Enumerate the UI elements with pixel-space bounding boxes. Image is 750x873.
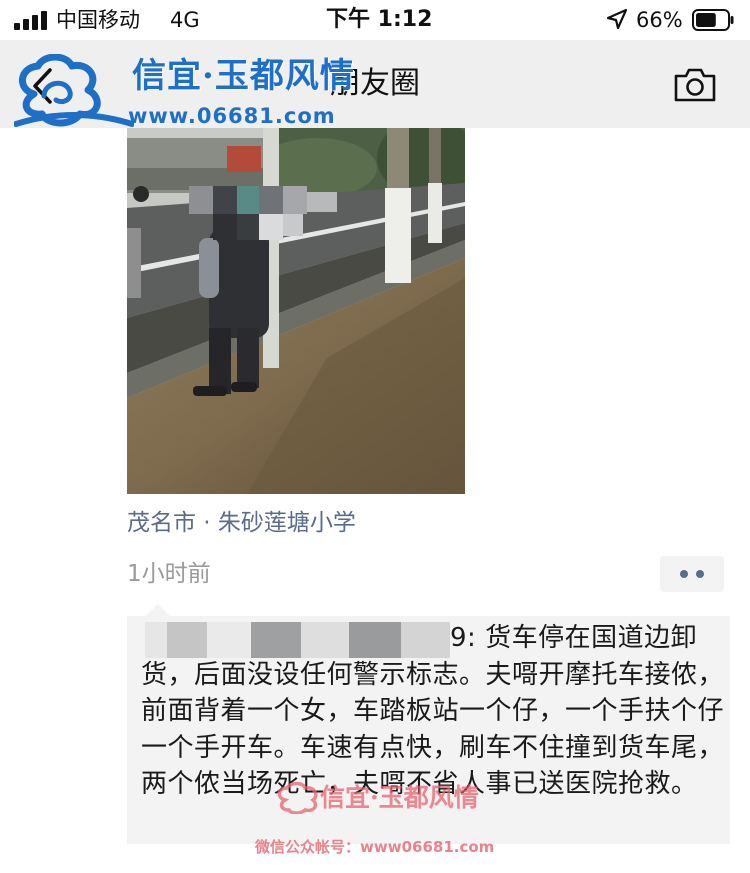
watermark-bottom-caption: 微信公众帐号：www06681.com — [255, 838, 495, 856]
watermark-bottom-logo — [277, 782, 318, 814]
location-arrow-icon — [606, 8, 628, 30]
camera-icon[interactable] — [672, 66, 718, 104]
signal-strength-icon — [14, 10, 48, 30]
post-photo[interactable] — [127, 128, 465, 494]
comment-text: 9: 货车停在国道边卸货，后面没设任何警示标志。夫𠹭开摩托车接侬，前面背着一个女… — [141, 623, 725, 799]
watermark-logo — [14, 54, 134, 127]
post-timestamp: 1小时前 — [127, 561, 211, 587]
more-actions-button[interactable] — [660, 556, 724, 592]
status-bar: 中国移动 4G 下午 1:12 66% — [0, 0, 750, 40]
network-type: 4G — [170, 8, 200, 32]
post-location-link[interactable]: 茂名市 · 朱砂莲塘小学 — [127, 506, 356, 540]
watermark-site-name: 信宜·玉都风情 — [132, 56, 355, 96]
carrier-name: 中国移动 — [56, 8, 140, 32]
watermark-bottom-name: 信宜·玉都风情 — [320, 783, 479, 812]
battery-percentage: 66% — [636, 8, 683, 32]
more-dots-icon — [680, 570, 688, 578]
watermark-site-url: www.06681.com — [128, 104, 336, 128]
comment-box-pointer — [146, 604, 170, 616]
status-clock: 下午 1:12 — [326, 7, 433, 32]
battery-icon — [692, 9, 734, 31]
